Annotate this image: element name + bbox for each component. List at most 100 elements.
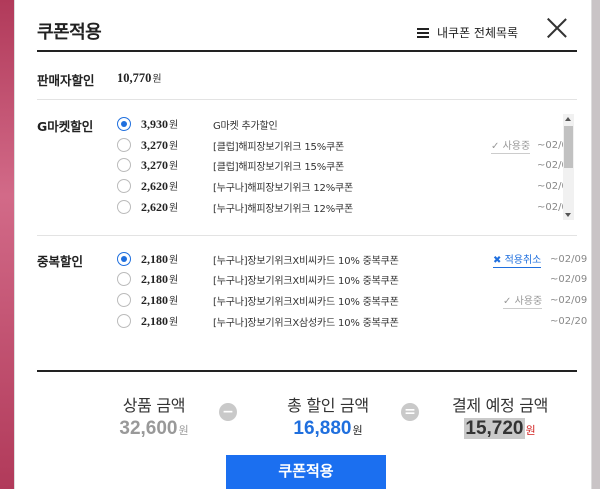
cancel-apply-link[interactable]: ✖ 적용취소 <box>493 251 542 268</box>
apply-coupon-button[interactable]: 쿠폰적용 <box>226 455 386 489</box>
coupon-name: [누구나]장보기위크X비씨카드 10% 중복쿠폰 <box>213 296 399 308</box>
total-discount: 총 할인 금액 16,880원 <box>263 392 393 440</box>
product-amount: 상품 금액 32,600원 <box>89 392 219 440</box>
coupon-price-unit: 원 <box>169 120 179 131</box>
coupon-price-value: 2,620 <box>141 179 168 193</box>
coupon-row[interactable]: 2,620원 [누구나]해피장보기위크 12%쿠폰 ~02/09 <box>117 176 574 196</box>
coupon-row[interactable]: 3,270원 [클럽]해피장보기위크 15%쿠폰 ~02/09 <box>117 155 574 175</box>
coupon-name: [클럽]해피장보기위크 15%쿠폰 <box>213 141 345 153</box>
background-banner <box>0 0 14 489</box>
coupon-price-value: 2,180 <box>141 252 168 266</box>
coupon-price-value: 2,180 <box>141 272 168 286</box>
check-icon: ✓ <box>491 140 500 152</box>
payment-amount: 결제 예정 금액 15,720 원 <box>435 392 565 440</box>
coupon-radio[interactable] <box>117 158 131 172</box>
coupon-price-unit: 원 <box>169 317 179 328</box>
coupon-row[interactable]: 2,180원 [누구나]장보기위크X비씨카드 10% 중복쿠폰 ~02/09 <box>117 269 587 289</box>
coupon-name: G마켓 추가할인 <box>213 120 278 132</box>
coupon-price: 2,620원 <box>141 199 178 215</box>
coupon-name: [누구나]장보기위크X비씨카드 10% 중복쿠폰 <box>213 255 399 267</box>
list-icon <box>417 27 429 38</box>
close-icon[interactable] <box>545 16 569 40</box>
total-discount-number: 16,880 <box>293 418 352 439</box>
coupon-radio[interactable] <box>117 179 131 193</box>
coupon-row[interactable]: 2,180원 [누구나]장보기위크X비씨카드 10% 중복쿠폰 ✓ 사용중 ~0… <box>117 290 587 310</box>
coupon-price-unit: 원 <box>169 161 179 172</box>
minus-icon: − <box>219 403 237 421</box>
in-use-label: 사용중 <box>502 140 531 152</box>
coupon-name: [누구나]해피장보기위크 12%쿠폰 <box>213 203 354 215</box>
modal-title: 쿠폰적용 <box>37 22 102 43</box>
coupon-price-value: 3,270 <box>141 138 168 152</box>
coupon-name: [클럽]해피장보기위크 15%쿠폰 <box>213 161 345 173</box>
coupon-expiry: ~02/09 <box>550 273 588 285</box>
coupon-price-unit: 원 <box>169 275 179 286</box>
coupon-radio[interactable] <box>117 314 131 328</box>
coupon-row[interactable]: 2,620원 [누구나]해피장보기위크 12%쿠폰 ~02/09 <box>117 197 574 217</box>
coupon-price: 3,930원 <box>141 116 178 132</box>
coupon-price-unit: 원 <box>169 255 179 266</box>
coupon-row[interactable]: 2,180원 [누구나]장보기위크X삼성카드 10% 중복쿠폰 ~02/20 <box>117 311 587 331</box>
seller-discount-unit: 원 <box>152 74 162 85</box>
coupon-price-value: 3,270 <box>141 158 168 172</box>
coupon-expiry: ~02/20 <box>550 315 588 327</box>
coupon-radio[interactable] <box>117 138 131 152</box>
payment-amount-unit: 원 <box>525 425 536 437</box>
coupon-price: 2,620원 <box>141 178 178 194</box>
cancel-x-icon: ✖ <box>493 254 502 266</box>
coupon-price-value: 3,930 <box>141 117 168 131</box>
coupon-price: 2,180원 <box>141 251 178 267</box>
all-coupons-link[interactable]: 내쿠폰 전체목록 <box>417 24 518 41</box>
scroll-down-icon[interactable] <box>565 213 571 217</box>
coupon-price-value: 2,180 <box>141 293 168 307</box>
coupon-price-value: 2,180 <box>141 314 168 328</box>
coupon-price: 3,270원 <box>141 137 178 153</box>
in-use-label: 사용중 <box>514 295 543 307</box>
all-coupons-label: 내쿠폰 전체목록 <box>437 26 519 40</box>
coupon-name: [누구나]장보기위크X삼성카드 10% 중복쿠폰 <box>213 317 399 329</box>
coupon-radio[interactable] <box>117 252 131 266</box>
coupon-price-unit: 원 <box>169 296 179 307</box>
coupon-row[interactable]: 2,180원 [누구나]장보기위크X비씨카드 10% 중복쿠폰 ✖ 적용취소 ~… <box>117 249 587 269</box>
divider <box>37 235 577 236</box>
seller-discount-amount: 10,770원 <box>117 70 162 86</box>
coupon-name: [누구나]해피장보기위크 12%쿠폰 <box>213 182 354 194</box>
payment-amount-number: 15,720 <box>464 418 525 439</box>
seller-discount-label: 판매자할인 <box>37 73 95 88</box>
payment-amount-value: 15,720 원 <box>435 418 565 440</box>
coupon-radio[interactable] <box>117 117 131 131</box>
coupon-expiry: ~02/09 <box>550 294 588 306</box>
scroll-thumb[interactable] <box>564 126 573 168</box>
coupon-price-unit: 원 <box>169 141 179 152</box>
price-summary: 상품 금액 32,600원 − 총 할인 금액 16,880원 = 결제 예정 … <box>37 370 577 454</box>
coupon-price-value: 2,620 <box>141 200 168 214</box>
coupon-expiry: ~02/09 <box>550 253 588 265</box>
gmarket-discount-label: G마켓할인 <box>37 119 94 134</box>
coupon-list-scrollbar[interactable] <box>563 114 574 220</box>
in-use-status: ✓ 사용중 <box>491 137 531 154</box>
in-use-status: ✓ 사용중 <box>503 292 543 309</box>
product-amount-unit: 원 <box>178 425 189 437</box>
coupon-row[interactable]: 3,270원 [클럽]해피장보기위크 15%쿠폰 ✓ 사용중 ~02/09 <box>117 135 574 155</box>
coupon-radio[interactable] <box>117 200 131 214</box>
coupon-row[interactable]: 3,930원 G마켓 추가할인 <box>117 114 557 134</box>
product-amount-value: 32,600원 <box>89 418 219 440</box>
duplicate-discount-label: 중복할인 <box>37 254 84 269</box>
total-discount-value: 16,880원 <box>263 418 393 440</box>
seller-discount-value: 10,770 <box>117 71 152 85</box>
modal-header: 쿠폰적용 내쿠폰 전체목록 <box>37 14 577 52</box>
divider <box>37 99 577 100</box>
coupon-price: 2,180원 <box>141 313 178 329</box>
coupon-modal: 쿠폰적용 내쿠폰 전체목록 판매자할인 10,770원 G마켓할인 3,930원… <box>14 0 592 489</box>
coupon-price: 2,180원 <box>141 292 178 308</box>
coupon-radio[interactable] <box>117 293 131 307</box>
coupon-price: 3,270원 <box>141 157 178 173</box>
coupon-price: 2,180원 <box>141 271 178 287</box>
coupon-price-unit: 원 <box>169 203 179 214</box>
product-amount-label: 상품 금액 <box>122 396 186 415</box>
product-amount-number: 32,600 <box>119 418 178 439</box>
total-discount-unit: 원 <box>352 425 363 437</box>
scroll-up-icon[interactable] <box>565 117 571 121</box>
equals-icon: = <box>401 403 419 421</box>
coupon-radio[interactable] <box>117 272 131 286</box>
